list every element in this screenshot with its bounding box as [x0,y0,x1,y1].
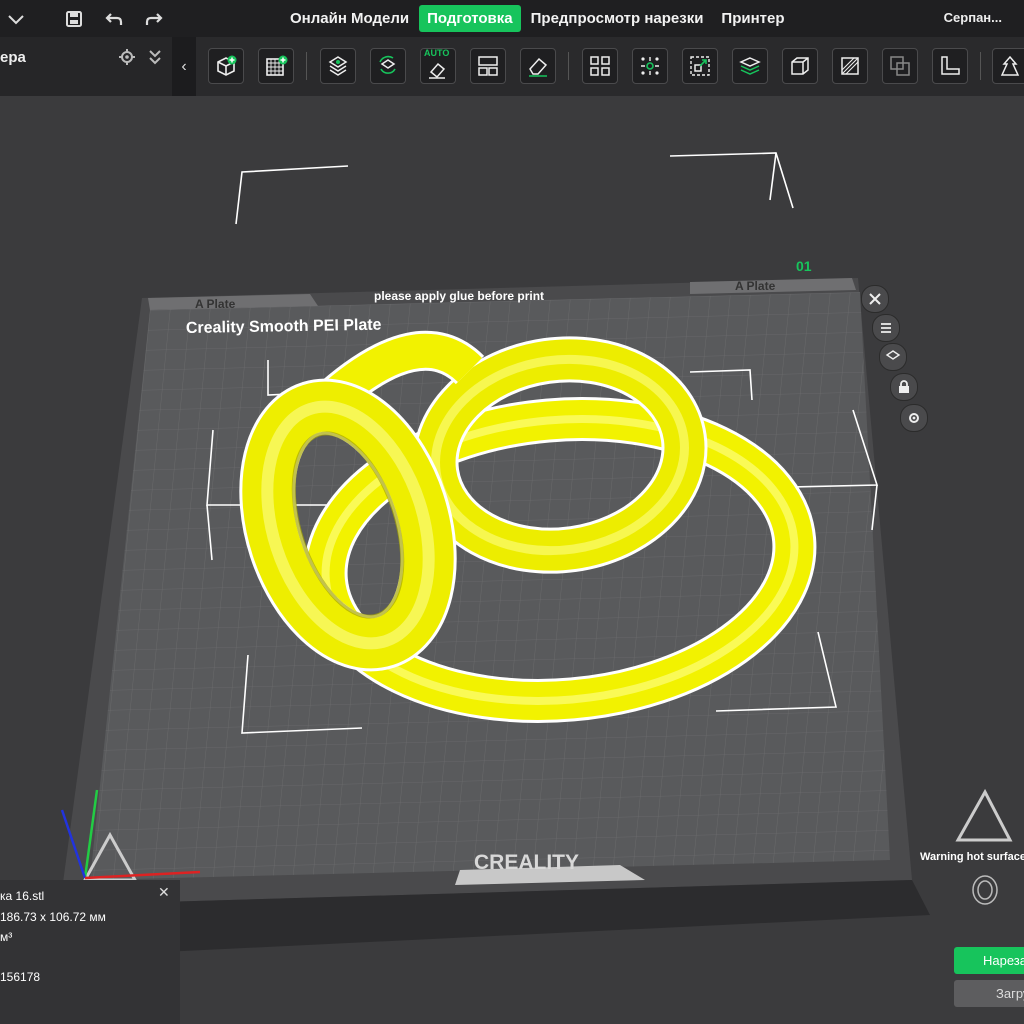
lock-icon [899,380,909,393]
auto-badge: AUTO [424,48,450,58]
plate-lock-button[interactable] [890,373,918,401]
brand-logo: CREALITY [474,851,579,874]
object-facets: 156178 [0,970,41,984]
object-size: 186.73 x 106.72 мм [0,910,106,924]
hot-surface-warning-right [955,788,1013,842]
slice-button[interactable]: Нарезать [954,947,1024,974]
measure-button[interactable] [932,48,968,84]
object-volume: м³ [0,930,13,944]
auto-arrange-icon [328,56,348,76]
toolbar-separator [306,52,307,80]
chevron-down-icon[interactable] [6,9,26,29]
toolbar-separator [980,52,981,80]
layers-icon [739,57,761,75]
arrange-button[interactable] [320,48,356,84]
collapse-panel-button[interactable]: ‹ [172,37,196,96]
plate-number: 01 [796,258,812,274]
box-button[interactable] [782,48,818,84]
plate-name: Creality Smooth PEI Plate [186,317,382,337]
close-icon [869,293,881,305]
main-tabs: Онлайн Модели Подготовка Предпросмотр на… [282,3,795,34]
undo-icon[interactable] [104,9,124,29]
layout-button[interactable] [582,48,618,84]
double-chevron-down-icon[interactable] [147,48,163,66]
scale-icon [690,56,710,76]
tab-preview[interactable]: Предпросмотр нарезки [523,5,712,32]
object-name: ка 16.stl [0,889,45,903]
scale-button[interactable] [682,48,718,84]
object-info-panel: ✕ ка 16.stl 186.73 x 106.72 мм м³ 156178 [0,880,180,1024]
add-plate-button[interactable] [258,48,294,84]
add-object-button[interactable] [208,48,244,84]
eraser-icon [529,57,548,77]
plate-settings-button[interactable] [900,404,928,432]
erase-button[interactable] [520,48,556,84]
plate-arrange-button[interactable] [879,343,907,371]
close-plate-button[interactable] [861,285,889,313]
orient-button[interactable] [370,48,406,84]
redo-icon[interactable] [144,9,164,29]
tab-prepare[interactable]: Подготовка [419,5,521,32]
close-info-button[interactable]: ✕ [158,884,170,901]
list-icon [881,323,891,333]
assemble-icon [641,57,659,75]
gear-icon[interactable] [118,48,136,66]
measure-icon [941,56,960,75]
plate-list-button[interactable] [872,314,900,342]
box-icon [791,57,809,75]
upload-button[interactable]: Загрузить [954,980,1024,1007]
orient-icon [379,55,396,74]
title-bar: Онлайн Модели Подготовка Предпросмотр на… [0,0,1024,37]
auto-orient-icon [429,62,446,79]
warning-text-right: Warning hot surface [920,851,1024,863]
split-plate-icon [478,56,498,76]
plate-notice: please apply glue before print [374,289,544,303]
toolbar: AUTO [196,37,1024,96]
boolean-icon [890,56,910,76]
tab-online-models[interactable]: Онлайн Модели [282,5,417,32]
slash-icon [841,57,859,75]
tab-printer[interactable]: Принтер [713,5,792,32]
plate-label-left[interactable]: A Plate [195,297,236,311]
add-plate-icon [266,55,288,76]
support-button[interactable] [992,48,1024,84]
slash-button[interactable] [832,48,868,84]
cut-button[interactable] [732,48,768,84]
left-panel-header: ера [0,37,172,96]
add-object-icon [217,55,237,76]
assemble-button[interactable] [632,48,668,84]
arrange-icon [885,350,901,360]
project-name[interactable]: Серпан... [944,10,1002,25]
split-plate-button[interactable] [470,48,506,84]
layout-icon [590,56,610,76]
panel-title: ера [0,49,26,66]
auto-orient-button[interactable]: AUTO [420,48,456,84]
plate-label-right[interactable]: A Plate [735,279,776,293]
boolean-button[interactable] [882,48,918,84]
support-icon [1000,55,1020,76]
toolbar-separator [568,52,569,80]
save-icon[interactable] [64,9,84,29]
gear-icon [909,413,919,423]
